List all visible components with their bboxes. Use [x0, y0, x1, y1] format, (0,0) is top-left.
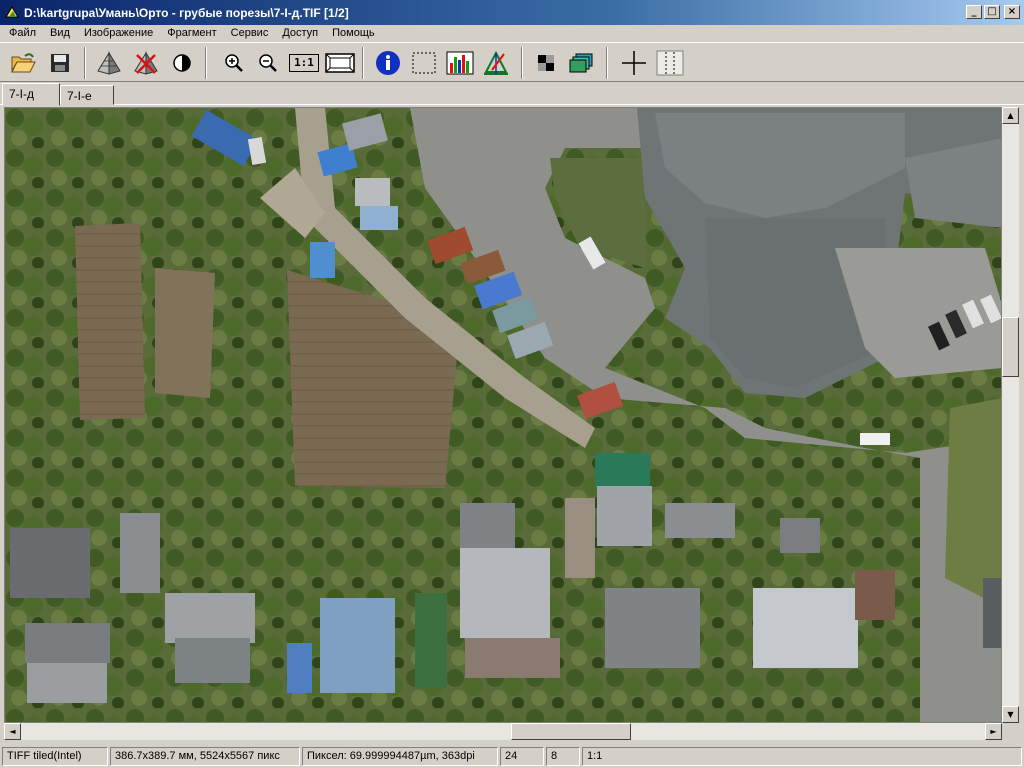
zoom-out-icon	[259, 54, 277, 72]
menu-help[interactable]: Помощь	[325, 26, 382, 40]
checkerboard-icon	[538, 55, 554, 71]
contrast-icon	[173, 54, 191, 72]
pyramid-icon	[97, 51, 121, 75]
menu-access[interactable]: Доступ	[275, 26, 325, 40]
maximize-button[interactable]: □	[984, 5, 1000, 19]
close-button[interactable]: ×	[1004, 5, 1020, 19]
vertical-scrollbar[interactable]: ▲ ▼	[1002, 107, 1019, 723]
info-button[interactable]	[372, 48, 404, 78]
status-size: 386.7x389.7 мм, 5524x5567 пикс	[110, 746, 300, 766]
window-controls: _ □ ×	[966, 5, 1020, 19]
color-balance-button[interactable]	[480, 48, 512, 78]
open-button[interactable]	[7, 48, 39, 78]
toolbar-separator	[606, 47, 608, 79]
app-icon	[5, 5, 19, 17]
toolbar-separator	[84, 47, 86, 79]
delete-pyramid-button[interactable]	[130, 48, 162, 78]
crosshair-icon	[622, 51, 646, 75]
toolbar-separator	[205, 47, 207, 79]
vertical-scroll-thumb[interactable]	[1002, 317, 1019, 378]
open-folder-icon	[11, 53, 36, 73]
pyramid-button[interactable]	[93, 48, 125, 78]
status-pixel: Пиксел: 69.999994487µm, 363dpi	[302, 746, 498, 766]
menu-file[interactable]: Файл	[2, 26, 43, 40]
minimize-button[interactable]: _	[966, 5, 982, 19]
histogram-icon	[446, 51, 474, 75]
fit-window-icon	[325, 53, 355, 73]
color-balance-icon	[484, 50, 508, 75]
select-button[interactable]	[408, 48, 440, 78]
actual-size-button[interactable]: 1:1	[288, 48, 320, 78]
image-viewport[interactable]	[4, 107, 1002, 723]
status-bits: 24	[500, 746, 544, 766]
scroll-left-button[interactable]: ◄	[4, 723, 21, 740]
status-format: TIFF tiled(Intel)	[2, 746, 108, 766]
horizontal-scrollbar[interactable]: ◄ ►	[4, 723, 1002, 740]
save-disk-icon	[51, 54, 69, 72]
toolbar-separator	[362, 47, 364, 79]
tab-7-i-e[interactable]: 7-I-е	[60, 85, 114, 105]
info-icon	[376, 51, 400, 75]
zoom-in-button[interactable]	[218, 48, 250, 78]
actual-size-icon: 1:1	[289, 54, 319, 72]
tab-7-i-d[interactable]: 7-I-д	[2, 83, 60, 106]
menu-fragment[interactable]: Фрагмент	[160, 26, 223, 40]
select-rectangle-icon	[412, 52, 436, 74]
layers-button[interactable]	[565, 48, 597, 78]
zoom-in-icon	[225, 54, 243, 72]
toolbar: 1:1	[0, 42, 1024, 82]
contrast-button[interactable]	[166, 48, 198, 78]
menu-image[interactable]: Изображение	[77, 26, 160, 40]
aerial-orthophoto[interactable]	[5, 108, 1002, 723]
status-channels: 8	[546, 746, 580, 766]
status-zoom: 1:1	[582, 746, 1022, 766]
grid-button[interactable]	[654, 48, 686, 78]
scrollbar-corner	[1002, 723, 1019, 740]
crosshair-button[interactable]	[618, 48, 650, 78]
save-button[interactable]	[44, 48, 76, 78]
pyramid-delete-icon	[134, 51, 158, 75]
title-bar[interactable]: D:\kartgrupa\Умань\Орто - грубые порезы\…	[0, 0, 1024, 25]
scroll-down-button[interactable]: ▼	[1002, 706, 1019, 723]
menu-bar: Файл Вид Изображение Фрагмент Сервис Дос…	[0, 25, 1024, 41]
status-bar: TIFF tiled(Intel) 386.7x389.7 мм, 5524x5…	[0, 744, 1024, 768]
layers-icon	[569, 53, 593, 73]
menu-view[interactable]: Вид	[43, 26, 77, 40]
horizontal-scroll-thumb[interactable]	[510, 723, 631, 740]
scroll-right-button[interactable]: ►	[985, 723, 1002, 740]
menu-service[interactable]: Сервис	[224, 26, 276, 40]
toolbar-separator	[521, 47, 523, 79]
scroll-up-button[interactable]: ▲	[1002, 107, 1019, 124]
checkerboard-button[interactable]	[530, 48, 562, 78]
window-title: D:\kartgrupa\Умань\Орто - грубые порезы\…	[24, 5, 349, 20]
grid-lines-icon	[656, 50, 684, 76]
fit-window-button[interactable]	[324, 48, 356, 78]
histogram-button[interactable]	[444, 48, 476, 78]
document-tabs: 7-I-д 7-I-е	[0, 83, 1024, 106]
zoom-out-button[interactable]	[252, 48, 284, 78]
